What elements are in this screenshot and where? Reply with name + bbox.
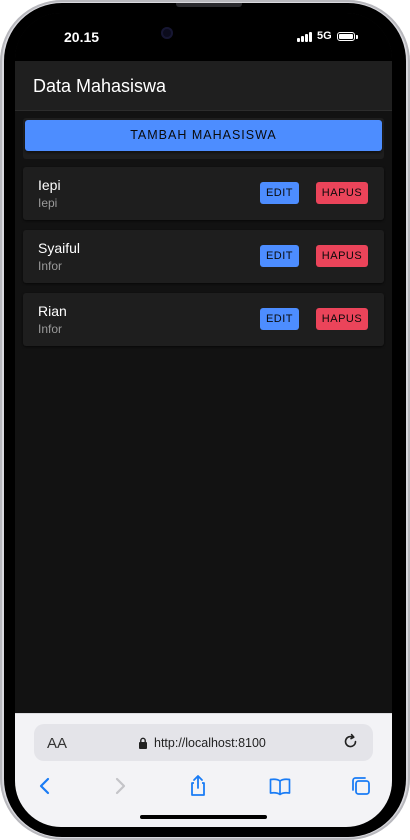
add-student-button[interactable]: TAMBAH MAHASISWA xyxy=(25,120,382,151)
network-type: 5G xyxy=(317,30,332,42)
edit-button[interactable]: EDIT xyxy=(260,308,299,330)
bookmarks-icon[interactable] xyxy=(268,774,292,798)
page-title: Data Mahasiswa xyxy=(33,76,167,96)
add-button-card: TAMBAH MAHASISWA xyxy=(23,118,384,159)
student-major: Infor xyxy=(38,259,63,273)
tabs-icon[interactable] xyxy=(349,774,373,798)
student-major: Infor xyxy=(38,322,63,336)
battery-icon xyxy=(337,32,355,41)
delete-button[interactable]: HAPUS xyxy=(316,308,368,330)
student-name: Syaiful xyxy=(38,240,81,256)
forward-icon[interactable] xyxy=(108,774,132,798)
battery-cap xyxy=(356,35,358,39)
home-indicator xyxy=(140,815,267,819)
lock-icon xyxy=(139,737,147,749)
browser-bar: AA http://localhost:8100 xyxy=(15,713,392,827)
list-item: Iepi Iepi EDIT HAPUS xyxy=(23,167,384,220)
edit-button[interactable]: EDIT xyxy=(260,245,299,267)
list-item: Rian Infor EDIT HAPUS xyxy=(23,293,384,346)
address-bar[interactable]: AA http://localhost:8100 xyxy=(34,724,373,761)
delete-button[interactable]: HAPUS xyxy=(316,245,368,267)
browser-nav xyxy=(15,774,392,804)
content-area: TAMBAH MAHASISWA Iepi Iepi EDIT HAPUS Sy… xyxy=(15,111,392,713)
text-size-icon[interactable]: AA xyxy=(47,735,67,752)
phone-side-button xyxy=(176,3,242,7)
student-name: Rian xyxy=(38,303,67,319)
url-text[interactable]: http://localhost:8100 xyxy=(154,736,266,750)
app-toolbar: Data Mahasiswa xyxy=(15,61,392,111)
edit-button[interactable]: EDIT xyxy=(260,182,299,204)
student-name: Iepi xyxy=(38,177,61,193)
signal-icon xyxy=(297,32,313,42)
student-list: Iepi Iepi EDIT HAPUS Syaiful Infor EDIT … xyxy=(23,167,384,356)
share-icon[interactable] xyxy=(186,774,210,798)
reload-icon[interactable] xyxy=(342,733,359,750)
delete-button[interactable]: HAPUS xyxy=(316,182,368,204)
student-major: Iepi xyxy=(38,196,58,210)
status-bar: 20.15 5G xyxy=(15,13,392,61)
back-icon[interactable] xyxy=(33,774,57,798)
app-screen: 20.15 5G Data Mahasiswa TAMBAH MAHASISWA… xyxy=(15,13,392,827)
status-time: 20.15 xyxy=(64,29,100,45)
list-item: Syaiful Infor EDIT HAPUS xyxy=(23,230,384,283)
front-camera xyxy=(161,27,173,39)
